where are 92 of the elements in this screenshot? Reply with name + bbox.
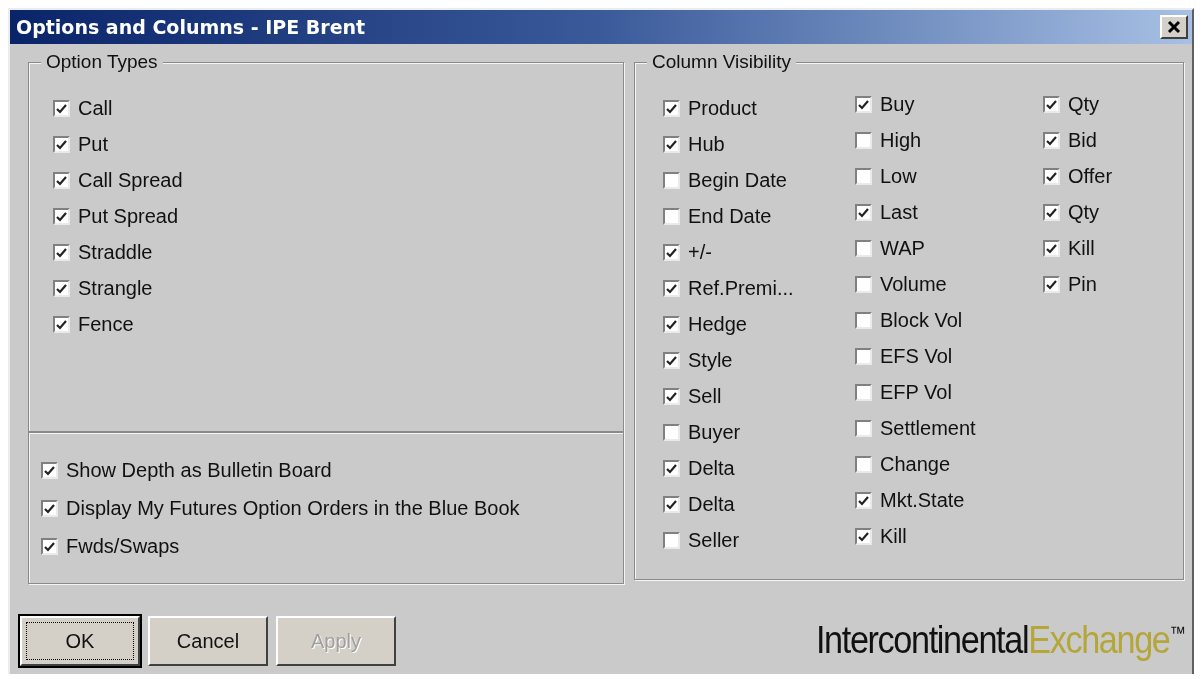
checkbox-label: Hedge: [688, 313, 747, 336]
checkbox[interactable]: [41, 462, 58, 479]
checkbox-label: +/-: [688, 241, 712, 264]
checkbox[interactable]: [855, 312, 872, 329]
checkbox-label: Low: [880, 165, 917, 188]
checkbox-label: End Date: [688, 205, 772, 228]
checkbox[interactable]: [1043, 168, 1060, 185]
checkbox[interactable]: [1043, 132, 1060, 149]
checkbox-label: Block Vol: [880, 309, 963, 332]
checkbox[interactable]: [53, 172, 70, 189]
checkbox[interactable]: [53, 244, 70, 261]
checkbox[interactable]: [663, 388, 680, 405]
checkbox[interactable]: [855, 528, 872, 545]
checkbox[interactable]: [855, 492, 872, 509]
checkbox[interactable]: [1043, 96, 1060, 113]
checkbox-label: Delta: [688, 457, 735, 480]
checkbox-label: WAP: [880, 237, 925, 260]
checkbox[interactable]: [663, 136, 680, 153]
checkbox-label: Mkt.State: [880, 489, 965, 512]
checkbox-label: Last: [880, 201, 918, 224]
checkbox-label: Kill: [880, 525, 907, 548]
checkbox-label: Seller: [688, 529, 740, 552]
checkbox-label: Qty: [1068, 201, 1100, 224]
checkbox[interactable]: [663, 424, 680, 441]
checkbox-label: Straddle: [78, 241, 153, 264]
checkbox[interactable]: [53, 208, 70, 225]
checkbox[interactable]: [663, 460, 680, 477]
checkbox[interactable]: [663, 100, 680, 117]
checkbox-label: Buyer: [688, 421, 741, 444]
checkbox-label: EFS Vol: [880, 345, 953, 368]
company-logo: IntercontinentalExchange$^{™}$: [815, 619, 1184, 662]
close-icon: [1167, 20, 1181, 34]
checkbox-label: Hub: [688, 133, 725, 156]
checkbox[interactable]: [663, 208, 680, 225]
checkbox[interactable]: [663, 352, 680, 369]
checkbox-label: Strangle: [78, 277, 153, 300]
checkbox-label: Ref.Premi...: [688, 277, 794, 300]
checkbox[interactable]: [53, 100, 70, 117]
checkbox[interactable]: [855, 168, 872, 185]
checkbox-label: Product: [688, 97, 757, 120]
checkbox-label: Put Spread: [78, 205, 179, 228]
checkbox[interactable]: [663, 280, 680, 297]
checkbox[interactable]: [663, 172, 680, 189]
checkbox-label: Call Spread: [78, 169, 183, 192]
ok-button[interactable]: OK: [20, 616, 140, 666]
checkbox[interactable]: [53, 316, 70, 333]
checkbox-label: Change: [880, 453, 951, 476]
checkbox-label: Sell: [688, 385, 722, 408]
checkbox[interactable]: [41, 538, 58, 555]
checkbox[interactable]: [855, 204, 872, 221]
checkbox[interactable]: [1043, 204, 1060, 221]
checkbox[interactable]: [855, 384, 872, 401]
checkbox[interactable]: [41, 500, 58, 517]
checkbox[interactable]: [1043, 240, 1060, 257]
close-button[interactable]: [1160, 15, 1188, 39]
checkbox[interactable]: [663, 532, 680, 549]
checkbox-label: Fence: [78, 313, 134, 336]
checkbox[interactable]: [663, 496, 680, 513]
checkbox-label: Offer: [1068, 165, 1113, 188]
checkbox[interactable]: [855, 348, 872, 365]
checkbox-label: Pin: [1068, 273, 1097, 296]
checkbox-label: Kill: [1068, 237, 1095, 260]
checkbox[interactable]: [663, 316, 680, 333]
checkbox-label: Begin Date: [688, 169, 787, 192]
checkbox[interactable]: [855, 276, 872, 293]
checkbox-label: Style: [688, 349, 733, 372]
dialog-button[interactable]: Cancel: [148, 616, 268, 666]
checkbox[interactable]: [663, 244, 680, 261]
checkbox-label: Display My Futures Option Orders in the Blue Book: [66, 497, 520, 520]
checkbox[interactable]: [855, 456, 872, 473]
checkbox-label: EFP Vol: [880, 381, 952, 404]
checkbox[interactable]: [855, 420, 872, 437]
group-title: Option Types: [41, 52, 163, 72]
checkbox-label: Show Depth as Bulletin Board: [66, 459, 332, 482]
checkbox-label: Settlement: [880, 417, 976, 440]
checkbox[interactable]: [53, 280, 70, 297]
checkbox-label: Bid: [1068, 129, 1097, 152]
checkbox-label: Qty: [1068, 93, 1100, 116]
checkbox-label: Put: [78, 133, 109, 156]
checkbox[interactable]: [1043, 276, 1060, 293]
checkbox[interactable]: [53, 136, 70, 153]
window-title: Options and Columns - IPE Brent: [16, 16, 366, 38]
checkbox-label: High: [880, 129, 922, 152]
checkbox-label: Delta: [688, 493, 735, 516]
checkbox-label: Call: [78, 97, 113, 120]
checkbox-label: Volume: [880, 273, 947, 296]
checkbox-label: Buy: [880, 93, 915, 116]
checkbox-label: Fwds/Swaps: [66, 535, 180, 558]
checkbox[interactable]: [855, 132, 872, 149]
checkbox[interactable]: [855, 96, 872, 113]
group-title: Column Visibility: [647, 52, 797, 72]
checkbox[interactable]: [855, 240, 872, 257]
